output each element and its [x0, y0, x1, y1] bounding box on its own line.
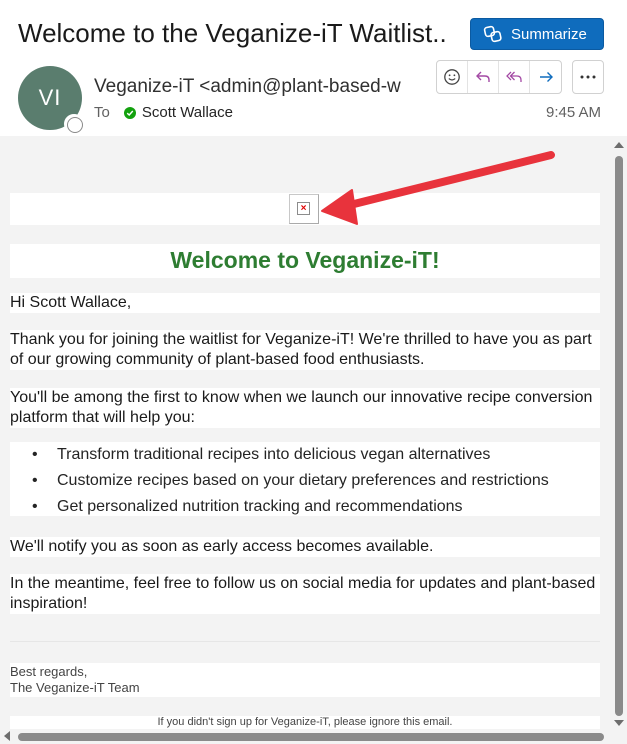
paragraph-launch: You'll be among the first to know when w…: [10, 388, 600, 428]
title-row: Welcome to Veganize-iT!: [10, 244, 600, 278]
copilot-icon: [483, 25, 502, 43]
recipients-row: To Scott Wallace: [94, 104, 233, 121]
more-icon: [580, 75, 596, 79]
broken-image-icon: ×: [297, 202, 310, 215]
summarize-button[interactable]: Summarize: [470, 18, 604, 50]
scrollbar-corner: [610, 729, 627, 744]
feature-list: Transform traditional recipes into delic…: [10, 442, 600, 520]
vertical-scrollbar[interactable]: [610, 136, 627, 730]
recipient-name[interactable]: Scott Wallace: [142, 104, 233, 121]
vertical-scroll-thumb[interactable]: [615, 156, 623, 716]
horizontal-scroll-thumb[interactable]: [18, 733, 604, 741]
available-check-icon: [123, 106, 136, 119]
paragraph-social: In the meantime, feel free to follow us …: [10, 574, 600, 614]
email-subject: Welcome to the Veganize-iT Waitlist...: [18, 18, 448, 48]
emoji-reaction-button[interactable]: [437, 61, 468, 93]
summarize-label: Summarize: [511, 25, 587, 43]
email-title: Welcome to Veganize-iT!: [170, 247, 440, 273]
reply-icon: [476, 71, 490, 82]
paragraph-intro: Thank you for joining the waitlist for V…: [10, 330, 600, 370]
emoji-icon: [444, 69, 460, 85]
message-actions-toolbar: [436, 60, 562, 94]
avatar-initials: VI: [38, 85, 62, 110]
broken-image-placeholder[interactable]: ×: [289, 194, 319, 224]
signoff-block: Best regards, The Veganize-iT Team: [10, 663, 600, 697]
reply-all-button[interactable]: [499, 61, 530, 93]
forward-icon: [539, 72, 553, 82]
scroll-down-icon[interactable]: [614, 720, 624, 726]
scroll-left-icon[interactable]: [4, 731, 10, 741]
forward-button[interactable]: [530, 61, 561, 93]
greeting: Hi Scott Wallace,: [10, 293, 600, 313]
horizontal-scrollbar[interactable]: [0, 729, 610, 744]
sender-name[interactable]: Veganize-iT <admin@plant-based-w: [94, 76, 412, 98]
list-item: Customize recipes based on your dietary …: [10, 468, 600, 494]
email-body[interactable]: × Welcome to Veganize-iT! Hi Scott Walla…: [0, 136, 627, 744]
scroll-up-icon[interactable]: [614, 142, 624, 148]
reply-all-icon: [506, 71, 522, 82]
received-time: 9:45 AM: [546, 104, 602, 121]
paragraph-notify: We'll notify you as soon as early access…: [10, 537, 600, 557]
presence-status-icon: [64, 114, 84, 134]
reply-button[interactable]: [468, 61, 499, 93]
list-item: Transform traditional recipes into delic…: [10, 442, 600, 468]
to-label: To: [94, 104, 110, 121]
divider: [10, 641, 600, 642]
signoff-team: The Veganize-iT Team: [10, 680, 140, 695]
signoff-greeting: Best regards,: [10, 664, 88, 679]
more-actions-button[interactable]: [572, 60, 604, 94]
list-item: Get personalized nutrition tracking and …: [10, 494, 600, 520]
